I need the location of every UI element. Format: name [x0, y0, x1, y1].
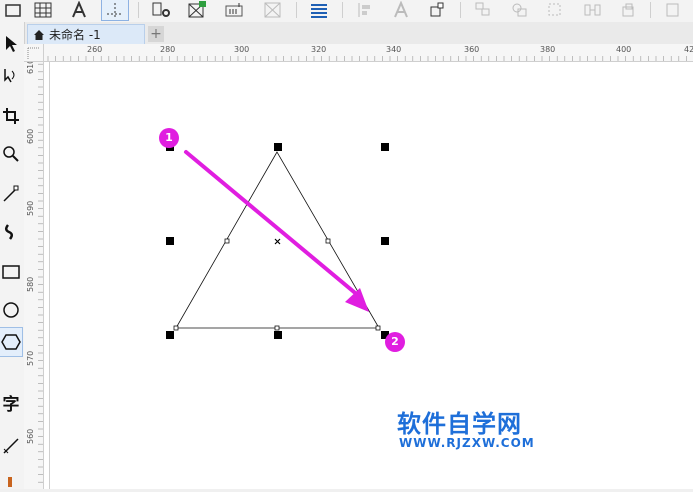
toolbar-separator — [296, 2, 297, 18]
tab-document[interactable]: 未命名 -1 — [27, 24, 145, 44]
pick-tool-icon[interactable] — [0, 30, 22, 58]
step-marker-2: 2 — [385, 332, 405, 352]
connector-tool-icon[interactable] — [0, 464, 22, 492]
ellipse-tool-icon[interactable] — [0, 296, 22, 324]
distribute-icon — [580, 0, 606, 20]
ruler-label: 560 — [26, 428, 35, 444]
vertical-ruler[interactable]: 610 600 590 580 570 560 — [24, 44, 44, 489]
ruler-origin[interactable] — [24, 44, 44, 62]
combine-icon — [542, 0, 568, 20]
text-tool-icon[interactable]: 字 — [0, 388, 22, 416]
ruler-label: 260 — [87, 45, 103, 54]
paragraph-icon[interactable] — [306, 0, 332, 20]
drawing-canvas[interactable] — [44, 62, 693, 489]
toolbar-separator — [650, 2, 651, 18]
text-outline-icon — [388, 0, 414, 20]
ruler-label: 400 — [616, 45, 632, 54]
shape-tool-icon[interactable] — [0, 62, 22, 90]
polygon-tool-icon[interactable] — [0, 327, 23, 357]
crop-tool-icon[interactable] — [0, 102, 22, 130]
text-icon[interactable] — [66, 0, 92, 20]
step-marker-1: 1 — [159, 128, 179, 148]
tab-document-label: 未命名 -1 — [49, 28, 101, 42]
horizontal-ruler[interactable]: 260 280 300 320 340 360 380 400 420 — [43, 44, 693, 62]
group-icon — [506, 0, 532, 20]
ruler-label: 420 — [684, 45, 693, 54]
ruler-label: 580 — [26, 276, 35, 292]
ruler-label: 570 — [26, 350, 35, 366]
barcode-icon[interactable] — [222, 0, 248, 20]
ruler-label: 340 — [386, 45, 402, 54]
ruler-label: 600 — [26, 128, 35, 144]
transform-icon[interactable] — [424, 0, 450, 20]
snap-icon[interactable] — [101, 0, 129, 21]
toolbar-separator — [138, 2, 139, 18]
ruler-label: 320 — [311, 45, 327, 54]
ruler-label: 360 — [464, 45, 480, 54]
artistic-media-icon[interactable] — [0, 218, 22, 246]
home-icon — [34, 29, 44, 40]
arrange-icon — [470, 0, 496, 20]
rectangle-tool-icon[interactable] — [0, 258, 22, 286]
ruler-label: 280 — [160, 45, 176, 54]
page-frame-icon — [660, 0, 686, 20]
image-icon[interactable] — [184, 0, 210, 20]
image-disabled-icon — [260, 0, 286, 20]
zoom-tool-icon[interactable] — [0, 140, 22, 168]
frame-icon[interactable] — [0, 0, 26, 20]
text-tool-glyph: 字 — [2, 394, 20, 415]
toolbar-separator — [342, 2, 343, 18]
ruler-label: 590 — [26, 200, 35, 216]
top-toolbar — [0, 0, 693, 23]
ruler-label: 380 — [540, 45, 556, 54]
add-tab-button[interactable]: + — [148, 26, 164, 42]
dimension-tool-icon[interactable] — [0, 432, 22, 460]
align-icon — [352, 0, 378, 20]
toolbar-separator — [460, 2, 461, 18]
page-border — [49, 62, 50, 489]
options-icon[interactable] — [148, 0, 174, 20]
toolbox: 字 — [0, 22, 25, 489]
table-icon[interactable] — [30, 0, 56, 20]
watermark-title: 软件自学网 — [397, 410, 522, 438]
watermark-url: WWW.RJZXW.COM — [399, 436, 535, 450]
lock-icon — [616, 0, 642, 20]
document-tab-bar: 未命名 -1 + — [24, 22, 693, 45]
ruler-label: 300 — [234, 45, 250, 54]
freehand-tool-icon[interactable] — [0, 180, 22, 208]
